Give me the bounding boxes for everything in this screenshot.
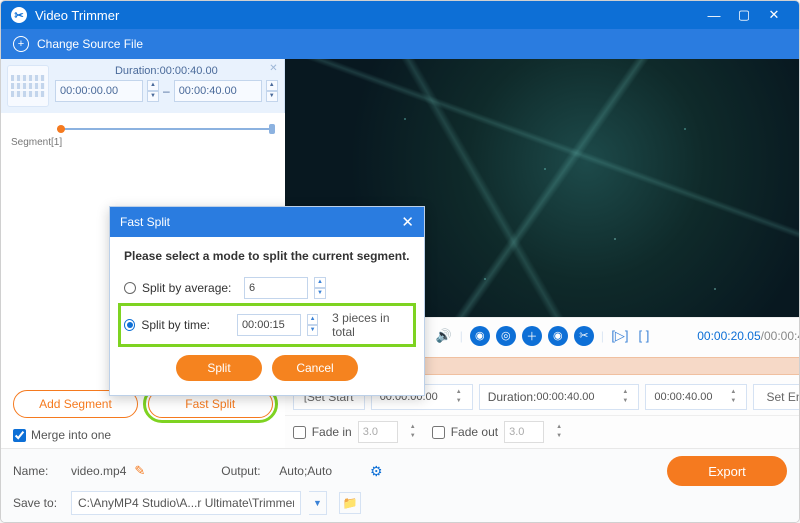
mark-end-icon[interactable]: ◉ [548, 326, 568, 346]
open-folder-icon[interactable]: 📁 [339, 492, 361, 514]
merge-label: Merge into one [31, 428, 111, 442]
segment-close-icon[interactable]: ✕ [269, 63, 277, 74]
saveto-input[interactable] [71, 491, 301, 515]
split-time-value[interactable] [237, 314, 301, 336]
mark-start-icon[interactable]: ◉ [470, 326, 490, 346]
fade-in-control[interactable]: Fade in ▲▼ [293, 421, 418, 443]
output-value: Auto;Auto [279, 464, 332, 478]
app-title: Video Trimmer [35, 8, 699, 23]
time-total: /00:00:40.00 [761, 329, 800, 343]
dialog-header[interactable]: Fast Split ✕ [110, 207, 424, 237]
fade-row: Fade in ▲▼ Fade out ▲▼ [285, 415, 800, 448]
edit-name-icon[interactable]: ✎ [134, 463, 145, 479]
fast-split-dialog: Fast Split ✕ Please select a mode to spl… [109, 206, 425, 396]
split-time-pieces: 3 pieces in total [332, 311, 410, 339]
maximize-button[interactable]: ▢ [729, 5, 759, 25]
split-time-label: Split by time: [141, 318, 231, 332]
segment-thumbnail [7, 65, 49, 107]
split-average-value[interactable] [244, 277, 308, 299]
name-value: video.mp4 [71, 464, 126, 478]
split-time-option[interactable]: Split by time: ▲▼ 3 pieces in total [120, 305, 414, 345]
segment-start-spinner[interactable]: ▲▼ [147, 80, 159, 102]
plus-icon: + [13, 36, 29, 52]
main-area: Duration:00:00:40.00 ▲▼ – ▲▼ ✕ Segment[1… [1, 59, 799, 448]
fade-out-checkbox[interactable] [432, 426, 445, 439]
split-average-option[interactable]: Split by average: ▲▼ [124, 273, 410, 303]
split-here-icon[interactable]: ✂ [574, 326, 594, 346]
time-current: 00:00:20.05 [697, 329, 760, 343]
export-button[interactable]: Export [667, 456, 787, 486]
bracket-start-icon[interactable]: [▷] [609, 325, 631, 347]
saveto-dropdown-icon[interactable]: ▼ [309, 491, 327, 515]
merge-checkbox[interactable]: Merge into one [13, 428, 273, 442]
change-source-label: Change Source File [37, 37, 143, 51]
change-source-bar[interactable]: + Change Source File [1, 29, 799, 59]
titlebar: ✂ Video Trimmer ― ▢ ✕ [1, 1, 799, 29]
close-button[interactable]: ✕ [759, 5, 789, 25]
split-average-label: Split by average: [142, 281, 238, 295]
bottom-bar: Name: video.mp4 ✎ Output: Auto;Auto ⚙ Ex… [1, 448, 799, 522]
segment-track[interactable] [57, 123, 275, 135]
split-average-spinner[interactable]: ▲▼ [314, 277, 326, 299]
dialog-close-icon[interactable]: ✕ [401, 213, 414, 231]
output-settings-icon[interactable]: ⚙ [370, 463, 383, 480]
fade-out-value[interactable] [504, 421, 544, 443]
radio-time[interactable] [124, 319, 135, 331]
app-logo-icon: ✂ [11, 7, 27, 23]
segment-panel[interactable]: Duration:00:00:40.00 ▲▼ – ▲▼ ✕ [1, 59, 285, 113]
fade-in-label: Fade in [312, 425, 352, 439]
fade-in-checkbox[interactable] [293, 426, 306, 439]
output-label: Output: [221, 464, 271, 478]
volume-icon[interactable]: 🔊 [433, 325, 455, 347]
segment-end-input[interactable] [174, 80, 262, 102]
split-time-spinner[interactable]: ▲▼ [307, 314, 318, 336]
duration-box[interactable]: Duration:▲▼ [479, 384, 640, 410]
set-end-button[interactable]: Set End ] [753, 384, 800, 410]
name-label: Name: [13, 464, 63, 478]
segment-start-input[interactable] [55, 80, 143, 102]
segment-index-label: Segment[1] [1, 135, 285, 150]
segment-duration-label: Duration:00:00:40.00 [55, 65, 278, 77]
saveto-label: Save to: [13, 496, 63, 510]
player-time: 00:00:20.05/00:00:40.00 [697, 329, 800, 343]
add-icon[interactable]: ＋ [522, 326, 542, 346]
dialog-split-button[interactable]: Split [176, 355, 262, 381]
radio-average[interactable] [124, 282, 136, 294]
snapshot-icon[interactable]: ◎ [496, 326, 516, 346]
segment-end-spinner[interactable]: ▲▼ [266, 80, 278, 102]
end-time-box[interactable]: ▲▼ [645, 384, 747, 410]
merge-checkbox-input[interactable] [13, 429, 26, 442]
fade-in-value[interactable] [358, 421, 398, 443]
dialog-cancel-button[interactable]: Cancel [272, 355, 358, 381]
fade-out-control[interactable]: Fade out ▲▼ [432, 421, 564, 443]
dialog-title: Fast Split [120, 215, 401, 229]
minimize-button[interactable]: ― [699, 5, 729, 25]
fade-out-label: Fade out [451, 425, 498, 439]
bracket-end-icon[interactable]: [ ] [633, 325, 655, 347]
dialog-message: Please select a mode to split the curren… [124, 249, 410, 263]
app-window: ✂ Video Trimmer ― ▢ ✕ + Change Source Fi… [0, 0, 800, 523]
